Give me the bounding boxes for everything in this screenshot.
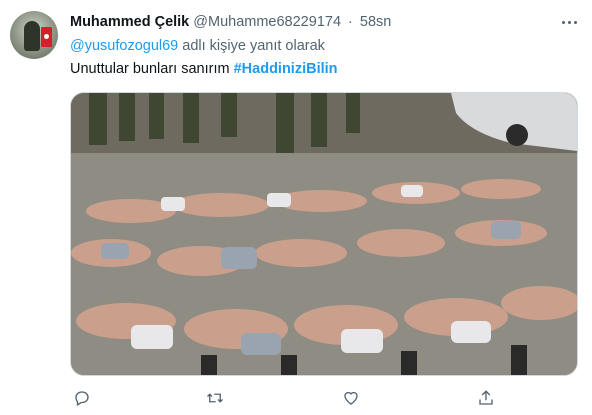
tweet-actions <box>70 386 580 410</box>
author-handle[interactable]: @Muhamme68229174 <box>193 14 341 30</box>
separator-dot: · <box>348 14 353 30</box>
avatar-figure <box>24 21 40 51</box>
flag-icon <box>41 27 52 47</box>
tweet-text: Unuttular bunları sanırım #HaddiniziBili… <box>70 61 338 77</box>
author-name[interactable]: Muhammed Çelik <box>70 14 189 30</box>
photo-image <box>71 93 577 375</box>
tweet[interactable]: Muhammed Çelik @Muhamme68229174 · 58sn @… <box>0 0 592 415</box>
reply-context-label: adlı kişiye yanıt olarak <box>182 38 325 54</box>
more-icon[interactable] <box>557 12 581 32</box>
tweet-timestamp[interactable]: 58sn <box>360 14 391 30</box>
hashtag-link[interactable]: #HaddiniziBilin <box>234 61 338 77</box>
share-icon[interactable] <box>474 386 498 410</box>
tweet-header: Muhammed Çelik @Muhamme68229174 · 58sn <box>70 14 391 34</box>
reply-to-mention[interactable]: @yusufozogul69 <box>70 38 178 54</box>
tweet-photo[interactable] <box>70 92 578 376</box>
tweet-body: Unuttular bunları sanırım <box>70 61 230 77</box>
reply-context: @yusufozogul69 adlı kişiye yanıt olarak <box>70 38 325 54</box>
avatar[interactable] <box>10 11 58 59</box>
like-icon[interactable] <box>339 386 363 410</box>
retweet-icon[interactable] <box>203 386 227 410</box>
reply-icon[interactable] <box>70 386 94 410</box>
